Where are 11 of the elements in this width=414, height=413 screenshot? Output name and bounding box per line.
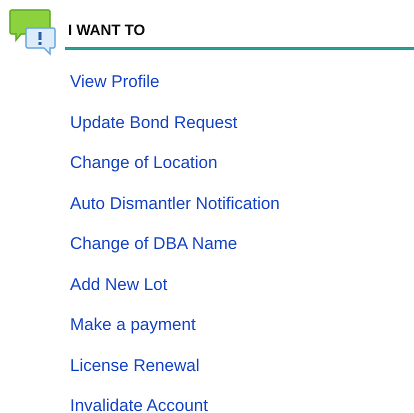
section-title: I WANT TO bbox=[68, 22, 146, 39]
action-link[interactable]: Change of DBA Name bbox=[70, 224, 238, 264]
action-link[interactable]: Invalidate Account bbox=[70, 386, 208, 413]
action-link[interactable]: Change of Location bbox=[70, 143, 218, 184]
action-link[interactable]: Auto Dismantler Notification bbox=[70, 184, 280, 224]
action-link[interactable]: View Profile bbox=[70, 62, 160, 102]
action-link[interactable]: Update Bond Request bbox=[70, 102, 238, 143]
action-link[interactable]: Add New Lot bbox=[70, 264, 168, 305]
chat-alert-icon bbox=[9, 8, 57, 56]
action-link[interactable]: Make a payment bbox=[70, 305, 196, 346]
action-link[interactable]: License Renewal bbox=[70, 346, 200, 386]
